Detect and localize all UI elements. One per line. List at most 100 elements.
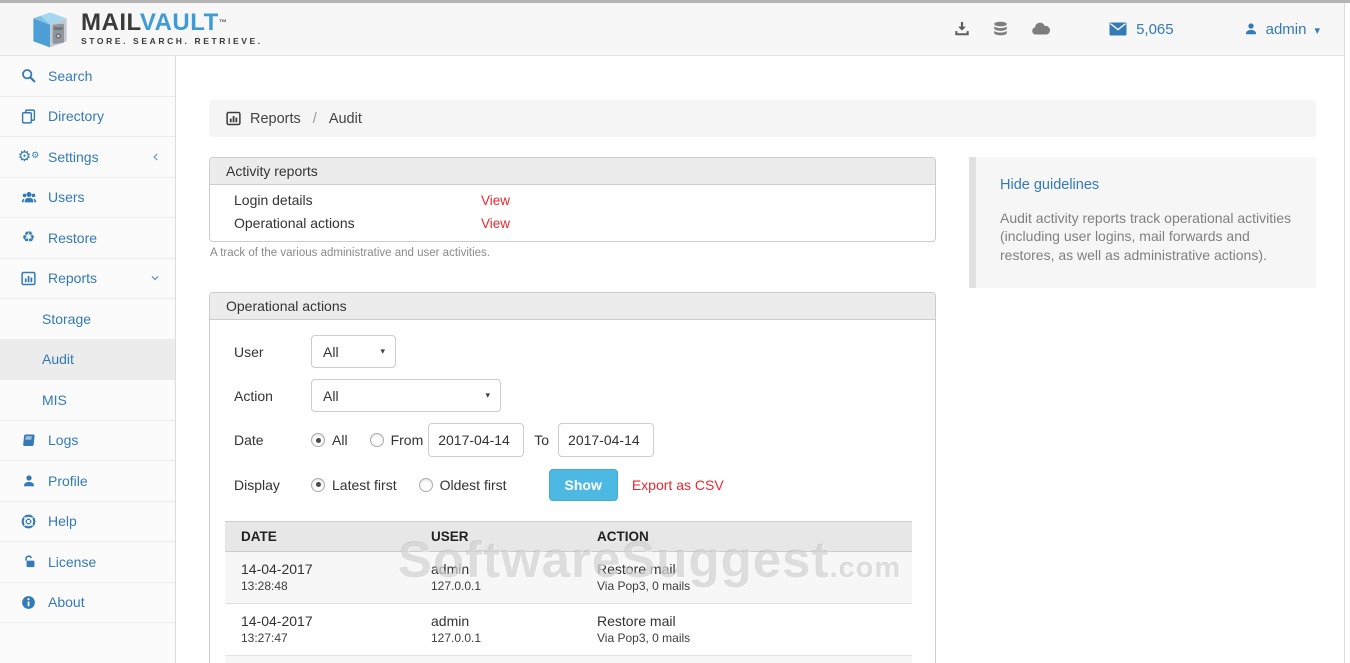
sidebar-label: About (48, 594, 85, 611)
view-operational-actions-link[interactable]: View (481, 212, 510, 235)
user-menu[interactable]: admin ▾ (1244, 21, 1320, 38)
sidebar: Search Directory ⚙ ⚙ Settings Users ♻ Re… (0, 56, 176, 663)
sidebar-item-logs[interactable]: Logs (0, 421, 175, 461)
show-button[interactable]: Show (548, 468, 618, 501)
date-from-radio[interactable] (369, 433, 384, 447)
sidebar-item-storage[interactable]: Storage (0, 299, 175, 340)
user-select-value: All (323, 343, 339, 360)
activity-reports-title: Activity reports (210, 158, 935, 185)
date-from-label: From (390, 432, 424, 448)
display-filter-row: Display Latest first Oldest first Show E… (234, 468, 920, 501)
select-caret-icon: ▾ (485, 390, 490, 400)
activity-reports-panel: Activity reports Login details View Oper… (209, 157, 936, 242)
mail-counter[interactable]: 5,065 (1109, 21, 1174, 38)
sidebar-label: Settings (48, 148, 99, 165)
user-select[interactable]: All ▾ (311, 335, 396, 368)
header-date: DATE (225, 521, 415, 552)
vault-cube-icon (28, 8, 72, 50)
database-icon[interactable] (992, 21, 1009, 38)
latest-first-radio[interactable] (311, 477, 325, 492)
date-all-radio[interactable] (311, 433, 325, 447)
cell-date: 14-04-201713:26:47 (225, 655, 415, 663)
sidebar-label: Profile (48, 472, 88, 489)
breadcrumb: Reports / Audit (209, 100, 1316, 137)
bar-chart-icon (226, 111, 241, 126)
user-avatar-icon (1244, 22, 1258, 36)
download-icon[interactable] (954, 21, 970, 37)
date-from-input[interactable] (428, 423, 525, 457)
breadcrumb-section[interactable]: Reports (250, 111, 301, 127)
brand-title: MAILVAULT™ (81, 9, 228, 36)
latest-first-label: Latest first (332, 476, 397, 493)
display-label: Display (234, 476, 280, 493)
sidebar-item-about[interactable]: About (0, 583, 175, 623)
cell-action: Restore mailVia Pop3, 0 mails (581, 603, 912, 656)
user-filter-row: User All ▾ (234, 335, 920, 368)
sidebar-label: Users (48, 189, 85, 206)
app-header: MAILVAULT™ STORE. SEARCH. RETRIEVE. 5,06… (0, 3, 1350, 56)
sidebar-item-help[interactable]: Help (0, 502, 175, 542)
action-filter-row: Action All ▾ (234, 379, 920, 412)
copy-icon (20, 109, 37, 124)
action-select[interactable]: All ▾ (311, 379, 501, 412)
cell-user: admin127.0.0.1 (415, 655, 581, 663)
sidebar-item-reports[interactable]: Reports (0, 259, 175, 299)
cell-action: Restore mailVia Pop3, 0 mails (581, 551, 912, 604)
book-icon (20, 433, 37, 448)
logo-text: MAILVAULT™ STORE. SEARCH. RETRIEVE. (81, 9, 263, 47)
envelope-icon (1109, 22, 1127, 36)
sidebar-item-settings[interactable]: ⚙ ⚙ Settings (0, 137, 175, 178)
table-header-row: DATE USER ACTION (225, 521, 912, 552)
header-user: USER (415, 521, 581, 552)
scrollbar-track[interactable] (1344, 3, 1350, 663)
sidebar-item-license[interactable]: License (0, 542, 175, 583)
activity-row-label: Login details (234, 192, 313, 208)
header-actions: 5,065 admin ▾ (954, 21, 1320, 38)
sidebar-item-directory[interactable]: Directory (0, 97, 175, 137)
sidebar-label: License (48, 553, 97, 570)
date-to-input[interactable] (558, 423, 655, 457)
cell-date: 14-04-2017 13:28:48 (225, 551, 415, 604)
date-filter-row: Date All From To (234, 423, 920, 457)
sidebar-label: Audit (42, 351, 74, 368)
hide-guidelines-link[interactable]: Hide guidelines (1000, 177, 1099, 193)
user-label: User (234, 343, 264, 360)
table-row: 14-04-2017 13:28:48 admin 127.0.0.1 Restor… (225, 551, 912, 604)
chevron-left-icon (151, 151, 161, 163)
export-csv-link[interactable]: Export as CSV (632, 477, 724, 493)
sidebar-item-mis[interactable]: MIS (0, 380, 175, 421)
cloud-icon[interactable] (1031, 21, 1051, 37)
user-icon (20, 474, 37, 488)
sidebar-item-profile[interactable]: Profile (0, 461, 175, 502)
caret-down-icon: ▾ (1314, 24, 1320, 37)
activity-row-login: Login details View (234, 189, 919, 212)
action-label: Action (234, 387, 273, 404)
select-caret-icon: ▾ (380, 346, 385, 356)
sidebar-item-audit[interactable]: Audit (0, 339, 175, 380)
cell-user: admin127.0.0.1 (415, 603, 581, 656)
sidebar-label: MIS (42, 391, 67, 408)
sidebar-label: Help (48, 513, 77, 530)
view-login-details-link[interactable]: View (481, 189, 510, 212)
action-select-value: All (323, 387, 339, 404)
sidebar-label: Logs (48, 432, 79, 449)
lock-icon (20, 554, 37, 569)
cell-user: admin127.0.0.1 (415, 551, 581, 604)
oldest-first-radio[interactable] (418, 477, 433, 492)
sidebar-label: Search (48, 67, 93, 84)
sidebar-item-restore[interactable]: ♻ Restore (0, 218, 175, 259)
activity-reports-caption: A track of the various administrative an… (210, 247, 490, 259)
sidebar-label: Restore (48, 229, 98, 246)
brand-tagline: STORE. SEARCH. RETRIEVE. (81, 36, 263, 46)
sidebar-item-users[interactable]: Users (0, 178, 175, 218)
date-to-label: To (534, 432, 550, 448)
mailvault-logo[interactable]: MAILVAULT™ STORE. SEARCH. RETRIEVE. (28, 8, 263, 50)
bar-chart-icon (20, 271, 37, 286)
sidebar-item-search[interactable]: Search (0, 56, 175, 97)
chevron-down-icon (149, 273, 161, 283)
main-content: Reports / Audit Activity reports Login d… (176, 56, 1350, 663)
mailvault-app: MAILVAULT™ STORE. SEARCH. RETRIEVE. 5,06… (0, 0, 1350, 663)
operational-actions-panel: Operational actions User All ▾ Action Al… (209, 292, 936, 663)
breadcrumb-page: Audit (328, 110, 362, 127)
date-all-label: All (332, 432, 348, 448)
